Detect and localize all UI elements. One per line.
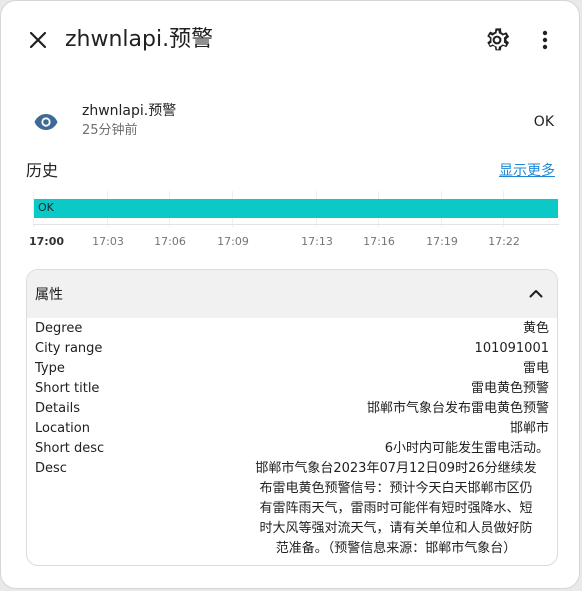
attribute-value: 雷电	[522, 361, 549, 376]
desc-line: 时大风等强对流天气，请有关单位和人员做好防	[259, 521, 533, 536]
more-vertical-icon[interactable]	[533, 26, 557, 54]
timeline-tick: 17:03	[92, 235, 124, 248]
timeline-tick: 17:09	[217, 235, 249, 248]
timeline-tick: 17:16	[363, 235, 395, 248]
timeline-tick: 17:13	[301, 235, 333, 248]
eye-icon	[33, 112, 59, 132]
attribute-key: Type	[35, 361, 65, 376]
timeline-tick: 17:22	[488, 235, 520, 248]
attribute-key: City range	[35, 341, 103, 356]
timeline-state-bar[interactable]	[34, 199, 558, 218]
desc-line: 有雷阵雨天气，雷雨时可能伴有短时强降水、短	[259, 501, 533, 516]
show-more-link[interactable]: 显示更多	[499, 162, 555, 180]
chevron-up-icon[interactable]	[527, 285, 545, 303]
desc-line: 范准备。（预警信息来源：邯郸市气象台）	[275, 541, 517, 556]
dialog-title: zhwnlapi.预警	[65, 27, 214, 52]
entity-last-changed: 25分钟前	[82, 123, 138, 138]
attribute-value: 101091001	[474, 341, 549, 356]
attributes-panel: 属性 Degree 黄色 City range 101091001 Type 雷…	[26, 269, 558, 566]
attribute-value: 邯郸市气象台2023年07月12日09时26分继续发 布雷电黄色预警信号：预计今…	[243, 459, 549, 559]
more-info-dialog: zhwnlapi.预警 zhwnlapi.预警 25分钟前 OK 历史 显示更多…	[0, 0, 580, 589]
timeline-axis	[33, 224, 559, 225]
attributes-header[interactable]: 属性	[27, 270, 557, 318]
history-timeline: OK	[33, 191, 559, 235]
entity-name: zhwnlapi.预警	[82, 103, 177, 119]
desc-line: 布雷电黄色预警信号：预计今天白天邯郸市区仍	[259, 481, 533, 496]
attribute-key: Details	[35, 401, 81, 416]
gear-icon[interactable]	[483, 26, 511, 54]
attribute-key: Short desc	[35, 441, 105, 456]
timeline-tick: 17:00	[29, 235, 65, 248]
attribute-value: 黄色	[522, 321, 549, 336]
attribute-value: 雷电黄色预警	[470, 381, 549, 396]
attribute-value: 邯郸市	[509, 421, 549, 436]
attribute-key: Desc	[35, 461, 67, 476]
history-title: 历史	[26, 161, 59, 180]
close-icon[interactable]	[23, 25, 53, 55]
attribute-key: Degree	[35, 321, 83, 336]
attribute-key: Location	[35, 421, 90, 436]
attribute-value: 邯郸市气象台发布雷电黄色预警	[366, 401, 549, 416]
attributes-title: 属性	[35, 287, 63, 303]
desc-line: 邯郸市气象台2023年07月12日09时26分继续发	[255, 461, 537, 476]
timeline-tick: 17:06	[154, 235, 186, 248]
timeline-state-label: OK	[38, 201, 54, 214]
entity-state: OK	[533, 114, 554, 130]
attribute-value: 6小时内可能发生雷电活动。	[384, 441, 549, 456]
attribute-key: Short title	[35, 381, 100, 396]
timeline-tick: 17:19	[426, 235, 458, 248]
dialog-header: zhwnlapi.预警	[1, 1, 579, 81]
